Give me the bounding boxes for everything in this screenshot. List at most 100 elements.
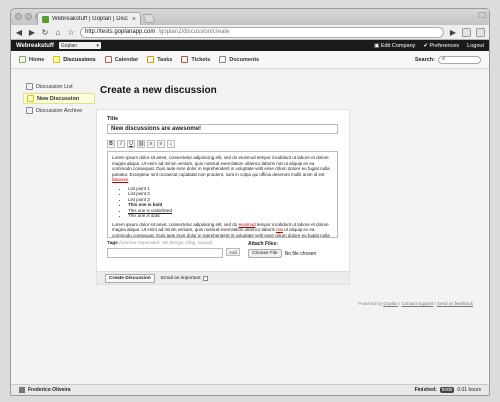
tab-home[interactable]: Home xyxy=(19,56,44,63)
search-icon: ⌕ xyxy=(442,56,446,62)
documents-icon xyxy=(219,56,227,63)
tickets-icon xyxy=(181,56,189,63)
back-icon[interactable]: ◀ xyxy=(15,28,23,37)
tab-tasks[interactable]: Tasks xyxy=(147,56,172,63)
attach-group: Attach Files: Choose File No file chosen xyxy=(248,241,316,258)
edit-company-label: Edit Company xyxy=(380,42,416,49)
close-tab-icon[interactable]: × xyxy=(132,16,136,23)
url-host: http://tests.goplanapp.com xyxy=(85,29,156,35)
project-select-value: Goplan xyxy=(60,42,78,49)
tab-label: Tasks xyxy=(157,56,173,63)
body-editor[interactable]: Lorem ipsum dolor sit amet, consectetur … xyxy=(107,151,338,238)
preferences-link[interactable]: ✔ Preferences xyxy=(423,43,459,49)
misspelled-word: nisi xyxy=(276,227,283,232)
home-icon xyxy=(19,56,26,63)
editor-list: List point 1 List point 2 List point 3 T… xyxy=(122,186,333,219)
link-button[interactable]: ⛓ xyxy=(137,140,145,148)
bold-button[interactable]: B xyxy=(107,140,115,148)
tags-input[interactable] xyxy=(107,248,223,258)
sidebar-item-label: Discussion Archive xyxy=(36,107,83,114)
send-feedback-link[interactable]: Send us feedback xyxy=(437,301,473,306)
calendar-icon xyxy=(104,56,112,63)
create-discussion-button[interactable]: Create Discussion xyxy=(105,273,155,283)
email-important-label: Email as important xyxy=(160,275,201,281)
project-select[interactable]: Goplan ▾ xyxy=(58,42,101,49)
forward-icon[interactable]: ▶ xyxy=(28,28,36,37)
sidebar: Discussion List New Discussion Discussio… xyxy=(23,81,95,117)
sidebar-item-new-discussion[interactable]: New Discussion xyxy=(23,93,95,104)
separator: | xyxy=(434,301,436,306)
favicon-icon xyxy=(42,15,49,23)
timer-hours: 0.01 hours xyxy=(457,387,481,393)
tab-label: Documents xyxy=(229,56,260,63)
timer-project-badge[interactable]: tests xyxy=(439,387,455,393)
contact-support-link[interactable]: Contact support xyxy=(401,301,433,306)
tags-group: Tags (comma separated: 3D design, blog, … xyxy=(107,241,240,258)
tab-label: Tickets xyxy=(191,56,211,63)
browser-window: Webreakstuff | Goplan | Disc × ◀ ▶ ↻ ⌂ ☆… xyxy=(10,8,490,396)
email-important-option[interactable]: Email as important xyxy=(160,275,208,281)
editor-paragraph: Lorem ipsum dolor sit amet, consectetur … xyxy=(112,221,333,238)
edit-company-link[interactable]: ▣ Edit Company xyxy=(374,43,415,49)
choose-file-button[interactable]: Choose File xyxy=(248,249,282,258)
browser-tab[interactable]: Webreakstuff | Goplan | Disc × xyxy=(37,12,141,25)
page-menu-icon[interactable] xyxy=(462,27,471,37)
list-icon xyxy=(26,83,33,90)
underline-button[interactable]: U xyxy=(127,140,135,148)
new-discussion-icon xyxy=(27,95,34,102)
go-icon[interactable]: ▶ xyxy=(449,28,457,37)
search-input[interactable]: ⌕ xyxy=(438,55,481,64)
ordered-list-button[interactable]: ≡ xyxy=(147,140,155,148)
tasks-icon xyxy=(147,56,155,63)
title-label: Title xyxy=(107,116,119,122)
add-tag-button[interactable]: Add xyxy=(226,248,240,256)
goplan-link[interactable]: Goplan xyxy=(383,301,398,306)
tags-label-text: Tags xyxy=(107,241,118,246)
wrench-menu-icon[interactable] xyxy=(476,27,485,37)
tab-label: Calendar xyxy=(114,56,139,63)
restore-icon[interactable] xyxy=(478,12,486,18)
tab-tickets[interactable]: Tickets xyxy=(181,56,210,63)
footer-credits: Powered by Goplan | Contact support | Se… xyxy=(358,301,473,306)
discussion-icon xyxy=(53,56,61,63)
tab-discussions[interactable]: Discussions xyxy=(53,56,96,63)
current-user[interactable]: Frederico Oliveira xyxy=(19,387,71,393)
sidebar-item-discussion-archive[interactable]: Discussion Archive xyxy=(23,105,95,116)
timer-status: Finished: tests 0.01 hours xyxy=(415,387,481,393)
account-links: ▣ Edit Company ✔ Preferences Logout xyxy=(374,43,484,49)
company-name[interactable]: Webreakstuff xyxy=(16,43,54,49)
misspelled-word: eiusmod xyxy=(238,221,256,227)
search-label: Search: xyxy=(414,56,435,63)
powered-by-text: Powered by xyxy=(358,301,382,306)
tab-calendar[interactable]: Calendar xyxy=(104,56,139,63)
archive-icon xyxy=(26,107,33,114)
reload-icon[interactable]: ↻ xyxy=(41,28,49,37)
title-input[interactable]: New discussions are awesome! xyxy=(107,124,338,134)
misspelled-word: laborum xyxy=(112,177,129,182)
italic-button[interactable]: I xyxy=(117,140,125,148)
avatar xyxy=(19,387,25,393)
image-button[interactable]: ⌂ xyxy=(167,140,175,148)
logout-link[interactable]: Logout xyxy=(467,43,484,49)
main-nav: Home Discussions Calendar Tasks Tickets … xyxy=(11,51,489,69)
home-icon[interactable]: ⌂ xyxy=(54,28,62,37)
sidebar-item-label: New Discussion xyxy=(37,95,80,102)
editor-toolbar: B I U ⛓ ≡ ≡ ⌂ xyxy=(107,140,339,148)
app-top-bar: Webreakstuff Goplan ▾ ▣ Edit Company ✔ Pr… xyxy=(11,40,489,51)
tab-strip: Webreakstuff | Goplan | Disc × xyxy=(11,9,489,25)
paragraph-text: Lorem ipsum dolor sit amet, consectetur … xyxy=(112,221,239,227)
minimize-window-icon[interactable] xyxy=(25,13,32,20)
status-bar: Frederico Oliveira Finished: tests 0.01 … xyxy=(11,384,489,395)
close-window-icon[interactable] xyxy=(15,13,22,20)
new-tab-button[interactable] xyxy=(142,14,156,23)
bullet-list-button[interactable]: ≡ xyxy=(157,140,165,148)
search-area: Search: ⌕ xyxy=(414,55,481,64)
list-item: This one is italic xyxy=(128,213,333,219)
tab-documents[interactable]: Documents xyxy=(219,56,259,63)
sidebar-item-discussion-list[interactable]: Discussion List xyxy=(23,81,95,92)
bookmark-star-icon[interactable]: ☆ xyxy=(67,28,75,37)
attach-label: Attach Files: xyxy=(248,241,279,247)
user-name: Frederico Oliveira xyxy=(28,387,71,393)
email-important-checkbox[interactable] xyxy=(202,275,208,281)
url-field[interactable]: http://tests.goplanapp.com/goplan2/discu… xyxy=(80,26,444,38)
